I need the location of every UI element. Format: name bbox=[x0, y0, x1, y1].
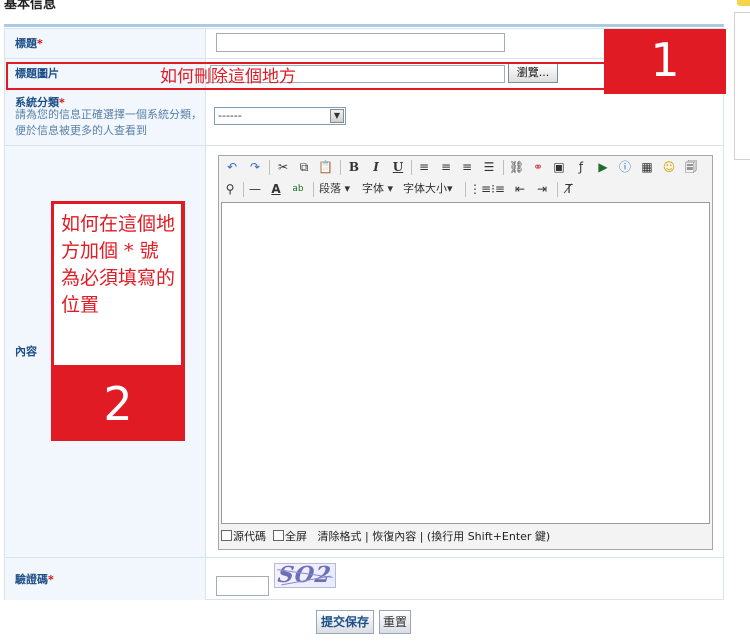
source-checkbox[interactable] bbox=[221, 530, 232, 541]
content-label: 內容 bbox=[15, 345, 37, 358]
title-label: 標題* bbox=[15, 37, 43, 50]
text-color-icon[interactable]: A bbox=[269, 181, 283, 198]
align-justify-icon[interactable]: ☰ bbox=[482, 159, 496, 176]
chevron-down-icon[interactable]: ▼ bbox=[330, 109, 344, 123]
editor-toolbar-row-1: ↶ ↷ ✂ ⧉ 📋 B I U ≡ ≡ ≡ ☰ ⛓ ⚭ ▣ ƒ ▶ ⓘ ▦ ☺ … bbox=[221, 158, 710, 178]
undo-icon[interactable]: ↶ bbox=[225, 159, 239, 176]
fullscreen-label: 全屏 bbox=[285, 530, 307, 543]
editor-content-area[interactable] bbox=[221, 202, 710, 524]
annotation-badge-2: 2 bbox=[103, 377, 133, 431]
captcha-row: 驗證碼* bbox=[5, 558, 723, 600]
remove-format-icon[interactable]: T̸ bbox=[562, 181, 576, 198]
bold-icon[interactable]: B bbox=[347, 159, 361, 176]
font-dropdown[interactable]: 字体 ▾ bbox=[362, 181, 393, 198]
restore-content-link[interactable]: 恢復內容 bbox=[372, 530, 416, 543]
section-title: 基本信息 bbox=[4, 0, 57, 12]
horizontal-rule-icon[interactable]: — bbox=[248, 181, 262, 198]
outdent-icon[interactable]: ⇤ bbox=[513, 181, 527, 198]
align-right-icon[interactable]: ≡ bbox=[460, 159, 474, 176]
category-selected-value: ------ bbox=[218, 109, 242, 122]
table-icon[interactable]: ▦ bbox=[640, 159, 654, 176]
required-mark: * bbox=[48, 573, 54, 586]
link-icon[interactable]: ⛓ bbox=[509, 159, 524, 176]
template-icon[interactable]: 🗐 bbox=[684, 159, 698, 176]
captcha-input[interactable] bbox=[216, 576, 269, 596]
italic-icon[interactable]: I bbox=[369, 159, 383, 176]
rich-text-editor: ↶ ↷ ✂ ⧉ 📋 B I U ≡ ≡ ≡ ☰ ⛓ ⚭ ▣ ƒ ▶ ⓘ ▦ ☺ … bbox=[218, 155, 713, 550]
source-label: 源代碼 bbox=[233, 530, 266, 543]
copy-icon[interactable]: ⧉ bbox=[297, 159, 311, 176]
right-tab bbox=[737, 0, 750, 6]
annotation-outline-1 bbox=[6, 62, 606, 90]
captcha-image[interactable]: SO2 bbox=[274, 563, 336, 588]
fullscreen-checkbox[interactable] bbox=[273, 530, 284, 541]
paste-icon[interactable]: 📋 bbox=[318, 159, 333, 176]
annotation-note-1: 如何刪除這個地方 bbox=[160, 67, 296, 87]
align-center-icon[interactable]: ≡ bbox=[439, 159, 453, 176]
editor-toolbar-row-2: ⚲ — A ab 段落 ▾ 字体 ▾ 字体大小▾ ⋮≡ ⁝≡ ⇤ ⇥ T̸ bbox=[221, 180, 710, 200]
ordered-list-icon[interactable]: ⋮≡ bbox=[469, 181, 491, 198]
editor-status-bar: 源代碼 全屏 清除格式 | 恢復內容 | (換行用 Shift+Enter 鍵) bbox=[221, 529, 710, 547]
clear-format-link[interactable]: 清除格式 bbox=[318, 530, 362, 543]
flash-icon[interactable]: ƒ bbox=[574, 159, 588, 176]
category-row: 系統分類* 請為您的信息正確選擇一個系統分類，便於信息被更多的人查看到 bbox=[5, 89, 723, 146]
captcha-label: 驗證碼* bbox=[15, 573, 54, 586]
paragraph-dropdown[interactable]: 段落 ▾ bbox=[319, 181, 350, 198]
cut-icon[interactable]: ✂ bbox=[276, 159, 290, 176]
category-select[interactable]: ------ ▼ bbox=[214, 107, 346, 125]
unlink-icon[interactable]: ⚭ bbox=[531, 159, 545, 176]
annotation-box-2: 如何在這個地方加個 * 號為必須填寫的位置 2 bbox=[51, 201, 185, 441]
title-input[interactable] bbox=[216, 33, 505, 52]
right-side-panel bbox=[734, 12, 750, 160]
unordered-list-icon[interactable]: ⁝≡ bbox=[491, 181, 505, 198]
font-size-dropdown[interactable]: 字体大小▾ bbox=[403, 181, 453, 198]
annotation-note-2: 如何在這個地方加個 * 號為必須填寫的位置 bbox=[61, 213, 176, 316]
smiley-icon[interactable]: ☺ bbox=[662, 159, 676, 176]
image-icon[interactable]: ▣ bbox=[552, 159, 566, 176]
underline-icon[interactable]: U bbox=[391, 159, 405, 176]
category-hint: 請為您的信息正確選擇一個系統分類，便於信息被更多的人查看到 bbox=[15, 108, 202, 137]
newline-hint: (換行用 Shift+Enter 鍵) bbox=[426, 530, 551, 543]
media-icon[interactable]: ▶ bbox=[596, 159, 610, 176]
info-icon[interactable]: ⓘ bbox=[618, 159, 632, 176]
align-left-icon[interactable]: ≡ bbox=[417, 159, 431, 176]
submit-button[interactable]: 提交保存 bbox=[316, 610, 374, 634]
highlight-color-icon[interactable]: ab bbox=[291, 181, 305, 198]
indent-icon[interactable]: ⇥ bbox=[535, 181, 549, 198]
title-rule bbox=[4, 24, 724, 27]
required-mark: * bbox=[37, 37, 43, 50]
search-icon[interactable]: ⚲ bbox=[223, 181, 237, 198]
annotation-badge-1: 1 bbox=[604, 29, 726, 94]
redo-icon[interactable]: ↷ bbox=[248, 159, 262, 176]
reset-button[interactable]: 重置 bbox=[379, 610, 411, 634]
